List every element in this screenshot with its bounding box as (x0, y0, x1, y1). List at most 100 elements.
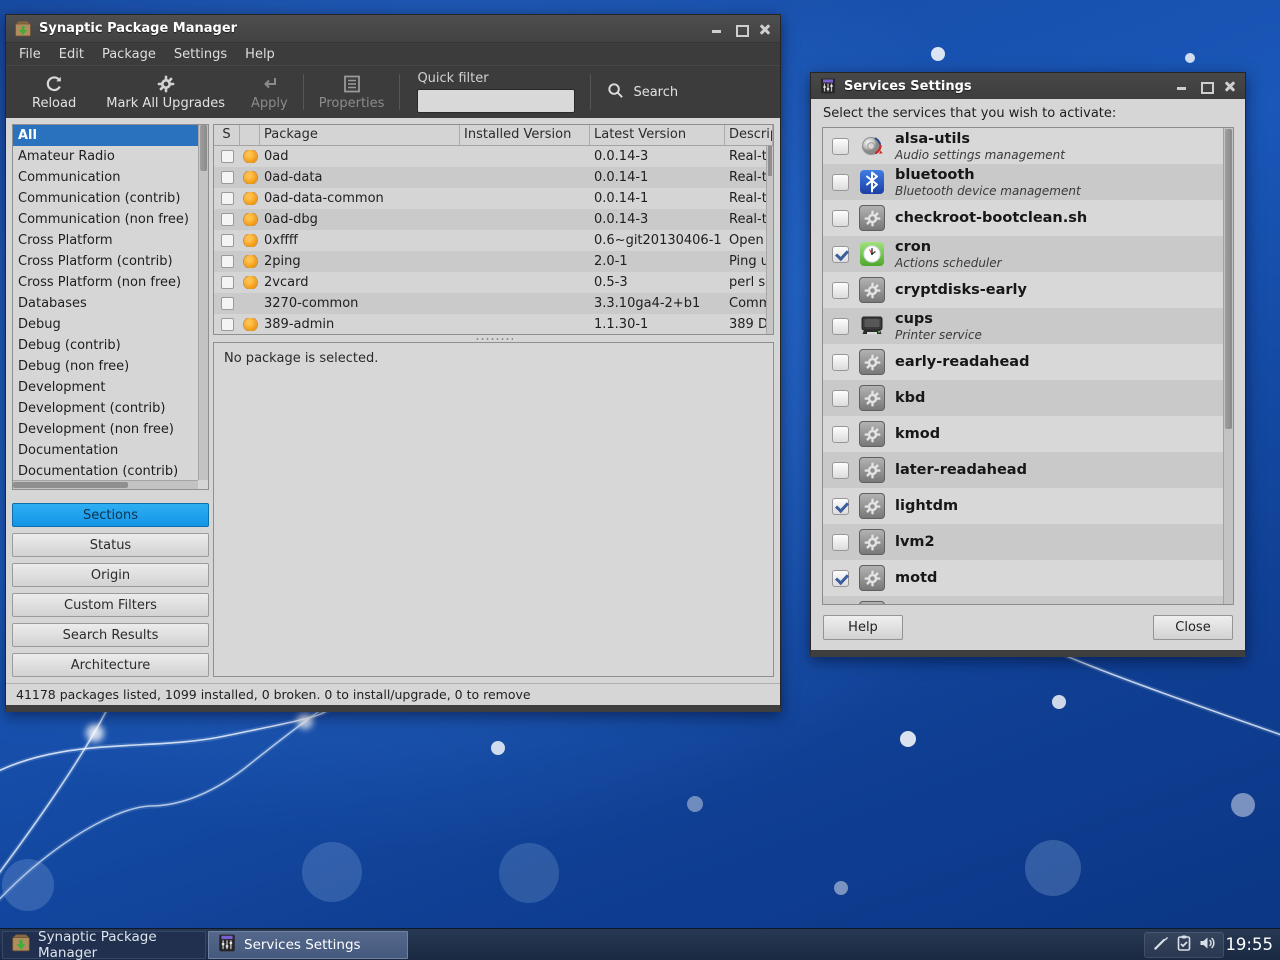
table-row[interactable]: 389-admin1.1.30-1389 Direc (214, 314, 773, 335)
mark-all-upgrades-button[interactable]: Mark All Upgrades (106, 74, 225, 111)
services-titlebar[interactable]: Services Settings (811, 73, 1245, 99)
pane-splitter[interactable] (213, 335, 774, 342)
section-item[interactable]: Development (contrib) (13, 398, 208, 419)
table-row[interactable]: 0ad-data-common0.0.14-1Real-time (214, 188, 773, 209)
service-row-motd[interactable]: motd (823, 560, 1233, 596)
taskbar-item-synaptic[interactable]: Synaptic Package Manager (2, 931, 206, 959)
service-row-lightdm[interactable]: lightdm (823, 488, 1233, 524)
service-row-cryptdisks[interactable]: cryptdisks-early (823, 272, 1233, 308)
services-scrollbar[interactable] (1223, 128, 1233, 604)
service-checkbox[interactable] (832, 318, 849, 335)
service-row-kbd[interactable]: kbd (823, 380, 1233, 416)
section-item[interactable]: Amateur Radio (13, 146, 208, 167)
table-row[interactable]: 0ad0.0.14-3Real-time (214, 146, 773, 167)
package-checkbox[interactable] (221, 318, 234, 331)
package-checkbox[interactable] (221, 255, 234, 268)
package-checkbox[interactable] (221, 234, 234, 247)
reload-button[interactable]: Reload (32, 74, 76, 111)
maximize-button[interactable] (1199, 79, 1213, 93)
origin-filter-button[interactable]: Origin (12, 563, 209, 587)
service-row-cups[interactable]: cupsPrinter service (823, 308, 1233, 344)
section-item[interactable]: Cross Platform (non free) (13, 272, 208, 293)
table-row[interactable]: 2ping2.0-1Ping utilit (214, 251, 773, 272)
search-results-button[interactable]: Search Results (12, 623, 209, 647)
section-item[interactable]: Development (13, 377, 208, 398)
status-filter-button[interactable]: Status (12, 533, 209, 557)
service-checkbox[interactable] (832, 282, 849, 299)
service-checkbox[interactable] (832, 354, 849, 371)
minimize-button[interactable] (710, 22, 724, 36)
volume-icon[interactable] (1198, 934, 1216, 956)
stylus-icon[interactable] (1152, 934, 1170, 956)
service-row-lvm2[interactable]: lvm2 (823, 524, 1233, 560)
package-checkbox[interactable] (221, 276, 234, 289)
service-checkbox[interactable] (832, 534, 849, 551)
section-item[interactable]: Cross Platform (contrib) (13, 251, 208, 272)
architecture-button[interactable]: Architecture (12, 653, 209, 677)
service-row-checkroot[interactable]: checkroot-bootclean.sh (823, 200, 1233, 236)
column-header-status[interactable]: S (214, 125, 240, 145)
table-row[interactable]: 0ad-dbg0.0.14-3Real-time (214, 209, 773, 230)
apply-button[interactable]: Apply (251, 74, 288, 111)
menu-file[interactable]: File (10, 44, 50, 65)
service-row-cron[interactable]: cronActions scheduler (823, 236, 1233, 272)
section-item[interactable]: Communication (13, 167, 208, 188)
service-checkbox[interactable] (832, 462, 849, 479)
service-row-later-readahead[interactable]: later-readahead (823, 452, 1233, 488)
synaptic-titlebar[interactable]: Synaptic Package Manager (6, 15, 780, 42)
menu-edit[interactable]: Edit (50, 44, 93, 65)
clock[interactable]: 19:55 (1225, 929, 1273, 960)
section-item[interactable]: Documentation (13, 440, 208, 461)
taskbar-item-services[interactable]: Services Settings (208, 931, 408, 959)
help-button[interactable]: Help (823, 615, 903, 640)
column-header-installed[interactable]: Installed Version (460, 125, 590, 145)
service-row-kmod[interactable]: kmod (823, 416, 1233, 452)
package-checkbox[interactable] (221, 297, 234, 310)
minimize-button[interactable] (1175, 79, 1189, 93)
section-item[interactable]: Documentation (contrib) (13, 461, 208, 482)
service-checkbox[interactable] (832, 174, 849, 191)
custom-filters-button[interactable]: Custom Filters (12, 593, 209, 617)
section-item[interactable]: Communication (non free) (13, 209, 208, 230)
package-checkbox[interactable] (221, 192, 234, 205)
service-row-bluetooth[interactable]: bluetoothBluetooth device management (823, 164, 1233, 200)
search-button[interactable]: Search (606, 81, 678, 104)
clipboard-icon[interactable] (1175, 934, 1193, 956)
column-header-icon[interactable] (240, 125, 260, 145)
table-row[interactable]: 0xffff0.6~git20130406-1Open Free (214, 230, 773, 251)
section-item-all[interactable]: All (13, 125, 208, 146)
package-checkbox[interactable] (221, 150, 234, 163)
service-checkbox[interactable] (832, 570, 849, 587)
close-icon[interactable] (1223, 79, 1237, 93)
section-item[interactable]: Debug (non free) (13, 356, 208, 377)
service-checkbox[interactable] (832, 498, 849, 515)
close-button[interactable] (758, 22, 772, 36)
service-checkbox[interactable] (832, 210, 849, 227)
sections-filter-button[interactable]: Sections (12, 503, 209, 527)
package-checkbox[interactable] (221, 171, 234, 184)
maximize-button[interactable] (734, 22, 748, 36)
quick-filter-input[interactable] (417, 89, 575, 113)
section-item[interactable]: Development (non free) (13, 419, 208, 440)
section-item[interactable]: Cross Platform (13, 230, 208, 251)
service-checkbox[interactable] (832, 426, 849, 443)
package-table-scrollbar[interactable] (766, 146, 773, 334)
column-header-package[interactable]: Package (260, 125, 460, 145)
sections-vertical-scrollbar[interactable] (198, 125, 208, 480)
properties-button[interactable]: Properties (319, 74, 385, 111)
sections-horizontal-scrollbar[interactable] (13, 480, 198, 489)
section-item[interactable]: Debug (13, 314, 208, 335)
menu-help[interactable]: Help (236, 44, 284, 65)
service-checkbox[interactable] (832, 246, 849, 263)
section-item[interactable]: Communication (contrib) (13, 188, 208, 209)
table-row[interactable]: 2vcard0.5-3perl scrip (214, 272, 773, 293)
section-item[interactable]: Debug (contrib) (13, 335, 208, 356)
service-checkbox[interactable] (832, 138, 849, 155)
column-header-description[interactable]: Description (725, 125, 773, 145)
menu-package[interactable]: Package (93, 44, 165, 65)
table-row[interactable]: 3270-common3.3.10ga4-2+b1Common f (214, 293, 773, 314)
table-row[interactable]: 0ad-data0.0.14-1Real-time (214, 167, 773, 188)
service-checkbox[interactable] (832, 390, 849, 407)
column-header-latest[interactable]: Latest Version (590, 125, 725, 145)
service-row-early-readahead[interactable]: early-readahead (823, 344, 1233, 380)
